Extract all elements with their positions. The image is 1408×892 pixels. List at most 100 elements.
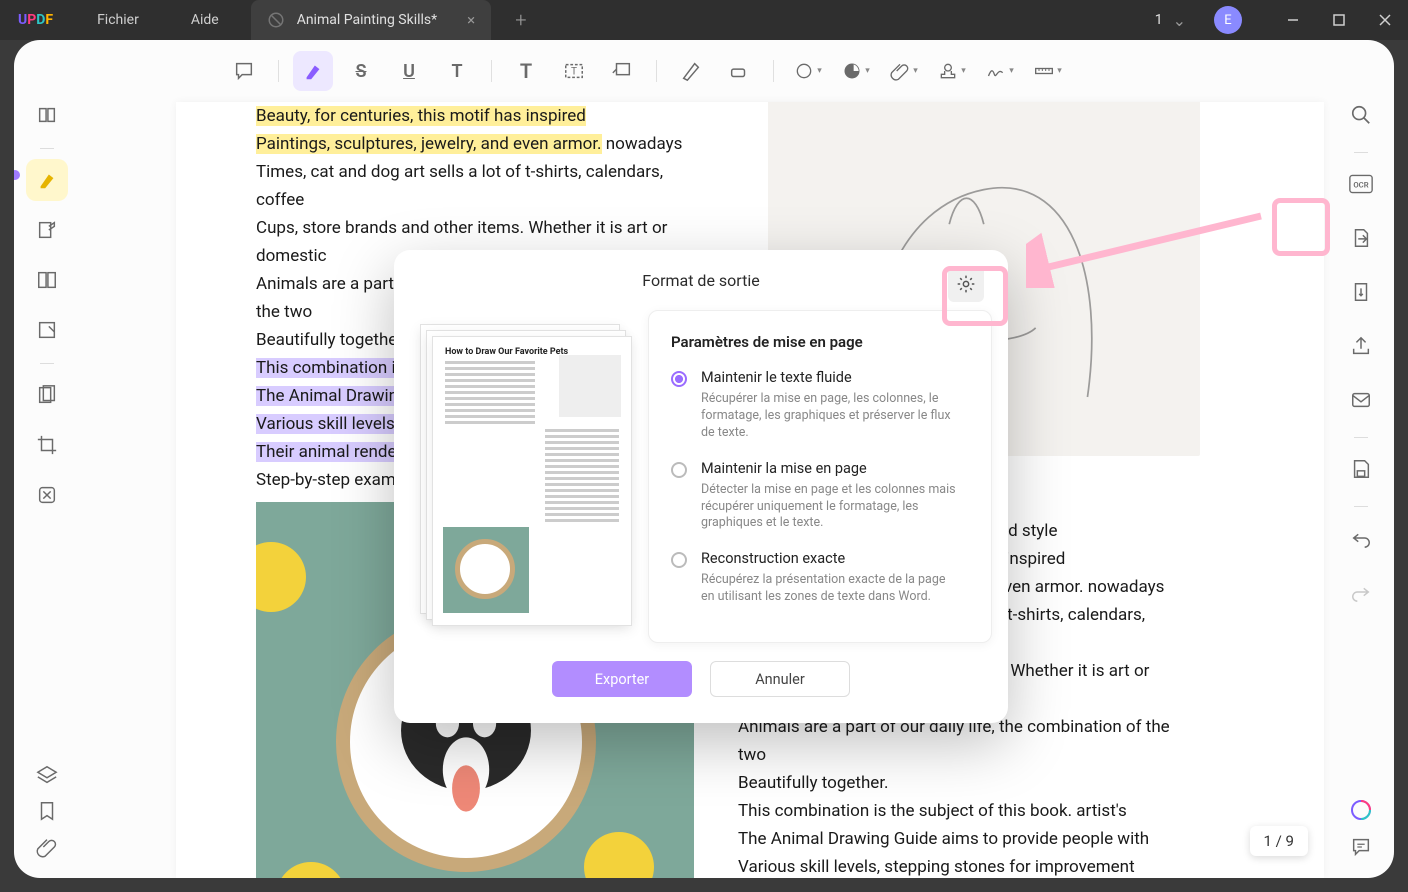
text-line: Times, cat and dog art sells a lot of t-…	[256, 158, 686, 214]
separator	[1354, 152, 1368, 153]
ai-button[interactable]	[1349, 798, 1373, 822]
dialog-header: Format de sortie	[394, 250, 1008, 310]
eraser-tool[interactable]	[719, 51, 759, 91]
layers-button[interactable]	[36, 764, 58, 786]
option-label: Maintenir la mise en page	[701, 460, 961, 477]
pencil-tool[interactable]	[671, 51, 711, 91]
stamp-tool[interactable]: ▾	[932, 51, 972, 91]
titlebar: UPDF Fichier Aide Animal Painting Skills…	[0, 0, 1408, 40]
page-indicator[interactable]: 1 / 9	[1250, 826, 1309, 856]
reader-mode-button[interactable]	[26, 94, 68, 136]
layout-option[interactable]: Maintenir le texte fluide Récupérer la mi…	[671, 369, 969, 442]
radio-icon[interactable]	[671, 371, 687, 387]
menu-help[interactable]: Aide	[165, 12, 245, 28]
attachment-panel-button[interactable]	[36, 836, 58, 858]
page-tools-button[interactable]	[26, 259, 68, 301]
squiggly-tool[interactable]: T	[437, 51, 477, 91]
scroll-thumb[interactable]	[14, 170, 20, 180]
dialog-footer: Exporter Annuler	[394, 661, 1008, 723]
annotation-toolbar: S U T T T ▾ ▾ ▾ ▾ ▾ ▾	[224, 50, 1068, 92]
radio-icon[interactable]	[671, 462, 687, 478]
layout-option[interactable]: Maintenir la mise en page Détecter la mis…	[671, 460, 969, 533]
dialog-title: Format de sortie	[642, 271, 759, 290]
cancel-button[interactable]: Annuler	[710, 661, 850, 697]
option-description: Récupérez la présentation exacte de la p…	[701, 572, 961, 606]
option-description: Récupérer la mise en page, les colonnes,…	[701, 391, 961, 442]
tab-doc-icon	[267, 11, 285, 29]
option-label: Reconstruction exacte	[701, 550, 961, 567]
document-tab[interactable]: Animal Painting Skills* ×	[251, 0, 492, 40]
window-count[interactable]: 1	[1151, 12, 1167, 28]
preview-thumb-image	[559, 355, 621, 417]
text-line: Various skill levels, stepping stones fo…	[738, 853, 1178, 878]
options-section-title: Paramètres de mise en page	[671, 333, 969, 351]
attachment-tool[interactable]: ▾	[884, 51, 924, 91]
separator	[40, 148, 54, 149]
preview-page-front: How to Draw Our Favorite Pets	[432, 336, 632, 626]
svg-text:T: T	[571, 67, 577, 78]
underline-tool[interactable]: U	[389, 51, 429, 91]
tab-close-icon[interactable]: ×	[467, 11, 475, 29]
layout-option[interactable]: Reconstruction exacte Récupérez la présen…	[671, 550, 969, 606]
redo-button[interactable]	[1340, 571, 1382, 613]
app-logo: UPDF	[0, 12, 71, 28]
preview-thumb-photo	[443, 527, 529, 613]
left-toolbar	[24, 94, 70, 524]
undo-button[interactable]	[1340, 517, 1382, 559]
user-avatar[interactable]: E	[1214, 6, 1242, 34]
separator	[491, 60, 492, 82]
callout-tool[interactable]	[602, 51, 642, 91]
text-line: Beautifully together.	[738, 769, 1178, 797]
share-button[interactable]	[1340, 325, 1382, 367]
chevron-down-icon[interactable]: ⌄	[1173, 11, 1186, 30]
crop-tool-button[interactable]	[26, 424, 68, 466]
maximize-button[interactable]	[1316, 0, 1362, 40]
comments-panel-button[interactable]	[1350, 836, 1372, 858]
separator	[773, 60, 774, 82]
email-button[interactable]	[1340, 379, 1382, 421]
text-line: The Animal Drawing Guide aims to provide…	[738, 825, 1178, 853]
layout-options: Paramètres de mise en page Maintenir le …	[648, 310, 992, 643]
bookmark-button[interactable]	[36, 800, 58, 822]
comment-mode-button[interactable]	[26, 159, 68, 201]
measure-tool[interactable]: ▾	[1028, 51, 1068, 91]
option-description: Détecter la mise en page et les colonnes…	[701, 482, 961, 533]
save-button[interactable]	[1340, 448, 1382, 490]
sticker-tool[interactable]: ▾	[836, 51, 876, 91]
redact-tool-button[interactable]	[26, 474, 68, 516]
new-tab-button[interactable]: +	[515, 8, 526, 32]
tab-title: Animal Painting Skills*	[297, 12, 437, 28]
ocr-button[interactable]: OCR	[1340, 163, 1382, 205]
separator	[656, 60, 657, 82]
text-tool[interactable]: T	[506, 51, 546, 91]
comment-tool[interactable]	[224, 51, 264, 91]
export-button[interactable]	[1340, 217, 1382, 259]
export-button-primary[interactable]: Exporter	[552, 661, 692, 697]
radio-icon[interactable]	[671, 552, 687, 568]
text-line: This combination is the subject of this …	[738, 797, 1178, 825]
right-bottom-toolbar	[1338, 798, 1384, 872]
edit-mode-button[interactable]	[26, 209, 68, 251]
option-label: Maintenir le texte fluide	[701, 369, 961, 386]
settings-gear-button[interactable]	[948, 266, 984, 302]
workarea: S U T T T ▾ ▾ ▾ ▾ ▾ ▾	[14, 40, 1394, 878]
right-toolbar: OCR	[1338, 94, 1384, 625]
shape-tool[interactable]: ▾	[788, 51, 828, 91]
signature-tool[interactable]: ▾	[980, 51, 1020, 91]
compress-button[interactable]	[1340, 271, 1382, 313]
menu-file[interactable]: Fichier	[71, 12, 165, 28]
strikethrough-tool[interactable]: S	[341, 51, 381, 91]
search-button[interactable]	[1340, 94, 1382, 136]
separator	[40, 363, 54, 364]
preview-pane: How to Draw Our Favorite Pets	[394, 310, 648, 643]
highlight-tool[interactable]	[293, 51, 333, 91]
left-bottom-toolbar	[24, 764, 70, 872]
organize-pages-button[interactable]	[26, 374, 68, 416]
form-mode-button[interactable]	[26, 309, 68, 351]
separator	[1354, 437, 1368, 438]
close-button[interactable]	[1362, 0, 1408, 40]
textbox-tool[interactable]: T	[554, 51, 594, 91]
minimize-button[interactable]	[1270, 0, 1316, 40]
svg-text:OCR: OCR	[1353, 180, 1368, 189]
separator	[278, 60, 279, 82]
